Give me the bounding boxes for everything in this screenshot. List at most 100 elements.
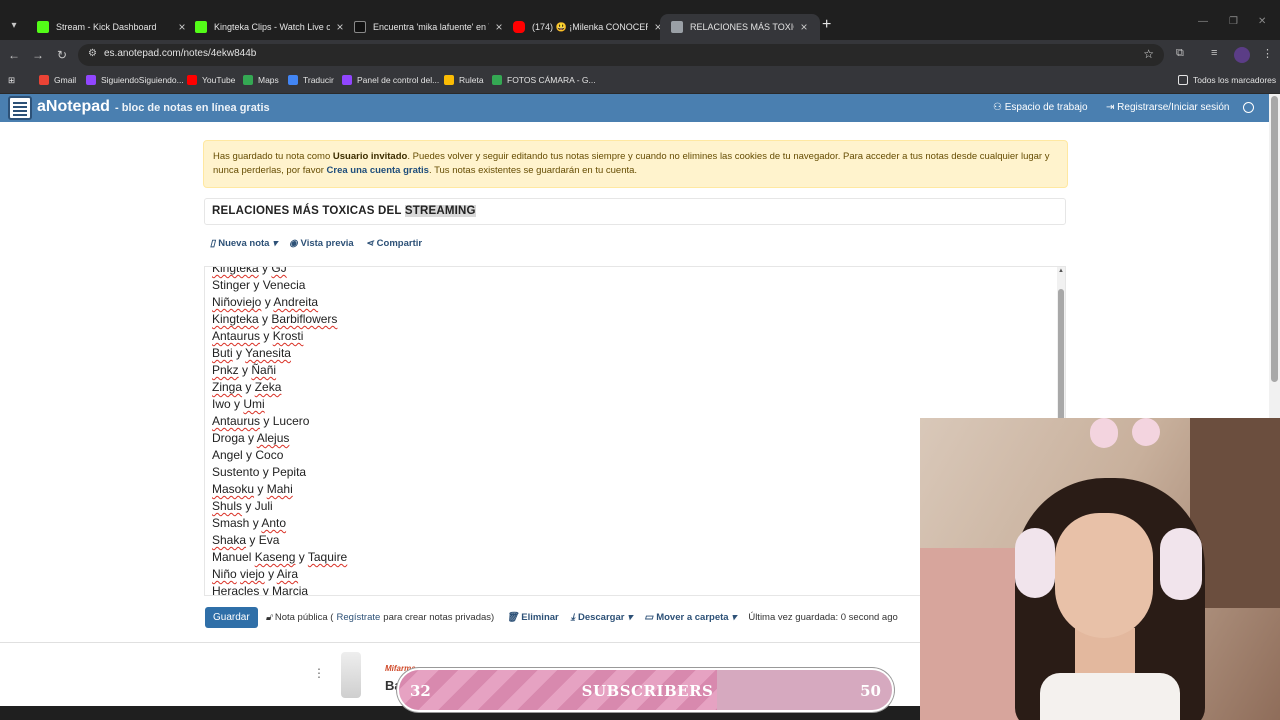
move-label: Mover a carpeta [656, 611, 729, 623]
note-word: y [236, 346, 243, 360]
bookmark-ruleta[interactable]: Ruleta [444, 75, 484, 85]
tab-kingteka-clips[interactable]: Kingteka Clips - Watch Live on × [184, 14, 356, 40]
note-line: Kingteka y Barbiflowers [212, 311, 347, 328]
headphone [1015, 528, 1055, 598]
note-line: Kingteka y GJ [212, 266, 347, 277]
note-word: y [246, 448, 253, 462]
bookmark-traducir[interactable]: Traducir [288, 75, 334, 85]
share-label: Compartir [376, 238, 423, 249]
note-word: Aira [276, 567, 299, 581]
apps-icon[interactable]: ⊞ [8, 75, 15, 86]
caret-down-icon: ▾ [272, 238, 278, 249]
note-word: Kingteka [212, 266, 259, 275]
ad-menu-icon[interactable]: ⋮ [313, 666, 325, 680]
address-bar[interactable]: ⚙ es.anotepad.com/notes/4ekw844b ☆ [78, 44, 1164, 66]
language-globe-icon[interactable] [1243, 102, 1254, 113]
gmail-icon [39, 75, 49, 85]
bookmark-star-icon[interactable]: ☆ [1143, 47, 1154, 61]
bookmark-youtube[interactable]: YouTube [187, 75, 235, 85]
all-bookmarks[interactable]: Todos los marcadores [1178, 75, 1276, 85]
note-word: Andreita [273, 295, 319, 309]
register-link[interactable]: Regístrate [336, 612, 380, 623]
tab-youtube[interactable]: (174) 😃 ¡Milenka CONOCERÁ × [502, 14, 674, 40]
close-tab-icon[interactable]: × [798, 20, 810, 34]
profile-avatar[interactable] [1234, 47, 1250, 63]
share-button[interactable]: ⋖ Compartir [366, 238, 422, 249]
note-word: Sustento [212, 465, 260, 479]
new-tab-icon[interactable]: + [822, 16, 831, 34]
forward-icon[interactable]: → [30, 47, 46, 63]
note-word: GJ [271, 266, 287, 275]
note-line: Antaurus y Lucero [212, 413, 347, 430]
download-dropdown[interactable]: ⤓ Descargar ▾ [571, 612, 632, 623]
note-word: y [298, 550, 305, 564]
note-title-input[interactable]: RELACIONES MÁS TOXICAS DEL STREAMING [204, 198, 1066, 225]
note-word: Antaurus [212, 329, 261, 343]
browser-tabbar: ▾ Stream - Kick Dashboard × Kingteka Cli… [0, 0, 1280, 40]
tab-anotepad-active[interactable]: RELACIONES MÁS TOXICAS DE × [660, 14, 820, 40]
bookmark-siguiendo[interactable]: SiguiendoSiguiendo... [86, 75, 184, 85]
note-word: viejo [240, 567, 265, 581]
note-line: Sustento y Pepita [212, 464, 347, 481]
reload-icon[interactable]: ↻ [54, 47, 70, 63]
editor-scroll-thumb[interactable] [1058, 289, 1064, 424]
bookmark-fotos[interactable]: FOTOS CÁMARA - G... [492, 75, 596, 85]
tab-title: Stream - Kick Dashboard [56, 22, 157, 32]
bookmark-gmail[interactable]: Gmail [39, 75, 76, 85]
bookmark-label: YouTube [202, 75, 236, 85]
people-icon: ⚇ [993, 102, 1005, 113]
alert-text: . Tus notas existentes se guardarán en t… [428, 165, 638, 176]
login-link[interactable]: ⇥ Registrarse/Iniciar sesión [1106, 102, 1229, 113]
webcam-overlay [920, 418, 1280, 720]
screen: ▾ Stream - Kick Dashboard × Kingteka Cli… [0, 0, 1280, 720]
note-word: y [242, 363, 249, 377]
share-icon: ⋖ [365, 238, 374, 249]
note-bottom-bar: Guardar 🔓︎ Nota pública (Regístrate para … [205, 606, 910, 628]
tab-tiktok[interactable]: Encuentra 'mika lafuente' en Ti × [343, 14, 515, 40]
move-folder-dropdown[interactable]: ▭ Mover a carpeta ▾ [644, 612, 736, 623]
site-brand[interactable]: aNotepad [37, 98, 110, 116]
note-word: Ñañi [251, 363, 277, 377]
note-word: y [253, 278, 260, 292]
note-word: y [263, 414, 270, 428]
note-word: Shuls [212, 499, 243, 513]
note-word: y [262, 266, 269, 275]
workspace-link[interactable]: ⚇ Espacio de trabajo [993, 102, 1088, 113]
bookmark-panel[interactable]: Panel de control del... [342, 75, 439, 85]
maps-icon [243, 75, 253, 85]
notepad-logo-icon[interactable] [8, 96, 32, 120]
create-account-link[interactable]: Crea una cuenta gratis [327, 165, 429, 176]
tab-kick-dashboard[interactable]: Stream - Kick Dashboard × [26, 14, 198, 40]
scroll-up-icon[interactable]: ▲ [1057, 268, 1065, 274]
goal-label: SUBSCRIBERS [581, 682, 714, 700]
note-word: Buti [212, 346, 233, 360]
note-line: Shaka y Eva [212, 532, 347, 549]
note-word: Masoku [212, 482, 255, 496]
new-note-dropdown[interactable]: ▯ Nueva nota ▾ [210, 238, 277, 249]
note-word: Manuel [212, 550, 252, 564]
menu-icon[interactable]: ⋮ [1262, 47, 1273, 60]
extensions-icon[interactable]: ⧉ [1176, 47, 1184, 60]
save-button[interactable]: Guardar [205, 606, 258, 628]
caret-down-icon: ▾ [731, 611, 737, 623]
back-icon[interactable]: ← [6, 47, 22, 63]
folder-move-icon: ▭ [644, 611, 654, 623]
tab-search-icon[interactable]: ▾ [4, 16, 24, 36]
maximize-icon[interactable]: ❐ [1229, 16, 1238, 27]
preview-button[interactable]: ◉ Vista previa [289, 238, 353, 249]
drive-icon [492, 75, 502, 85]
page-scroll-thumb[interactable] [1271, 96, 1278, 382]
site-navbar: aNotepad - bloc de notas en línea gratis… [0, 94, 1280, 122]
close-window-icon[interactable]: ✕ [1258, 16, 1266, 27]
bunny-ear [1132, 418, 1160, 446]
minimize-icon[interactable]: — [1198, 16, 1208, 27]
delete-button[interactable]: 🗑︎ Eliminar [506, 612, 559, 623]
trash-icon: 🗑︎ [506, 611, 519, 623]
bookmark-maps[interactable]: Maps [243, 75, 279, 85]
note-line: Angel y Coco [212, 447, 347, 464]
folder-icon [1178, 75, 1188, 85]
media-control-icon[interactable]: ≡ [1211, 47, 1217, 59]
site-info-icon[interactable]: ⚙ [88, 48, 97, 59]
note-line: Stinger y Venecia [212, 277, 347, 294]
note-word: Venecia [262, 278, 306, 292]
